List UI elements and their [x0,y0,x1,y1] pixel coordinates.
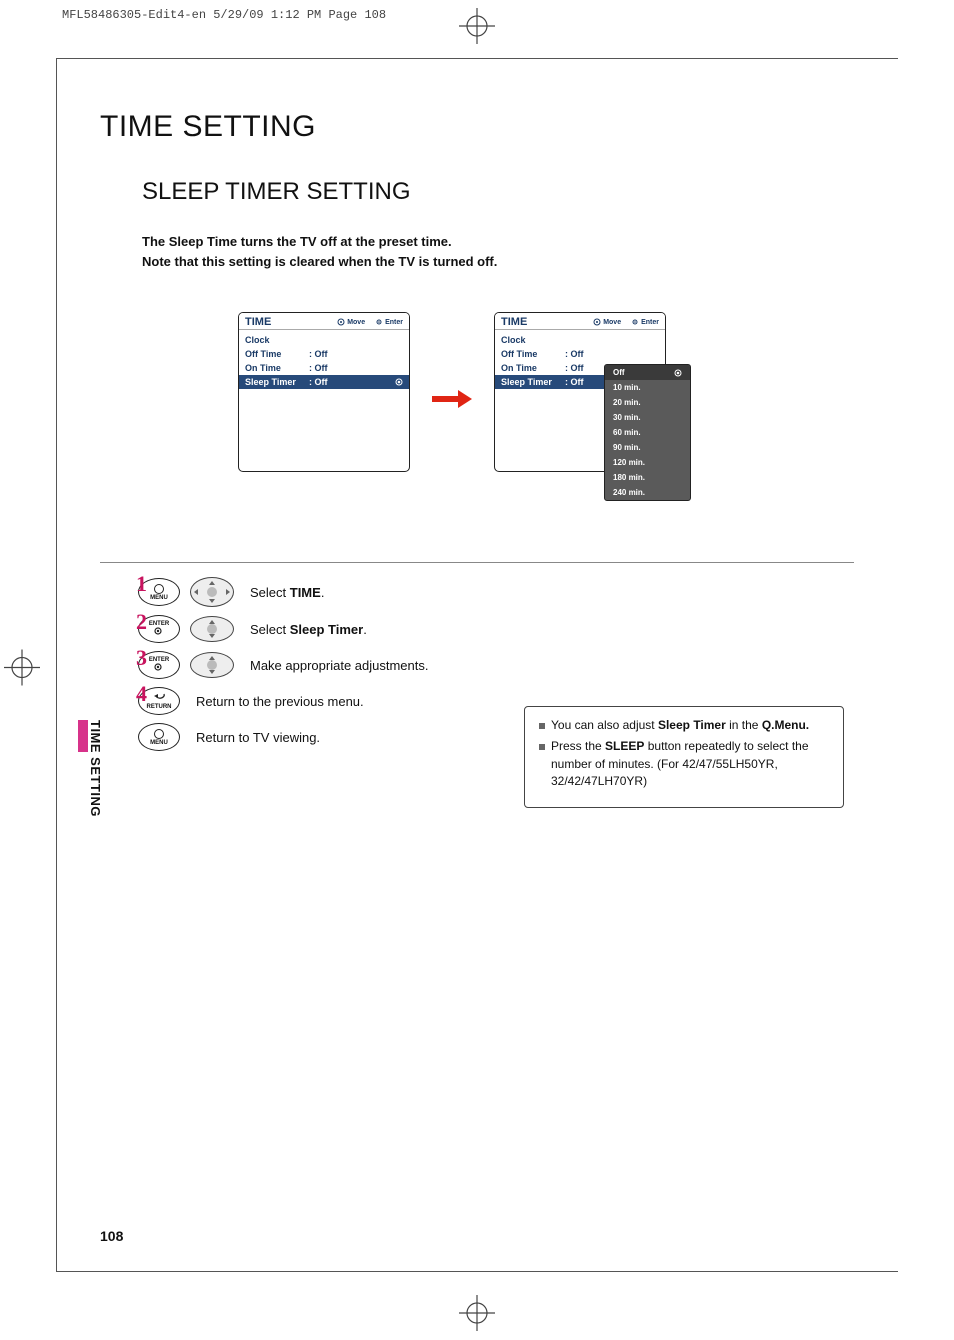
dropdown-option: 120 min. [605,455,690,470]
button-label: MENU [150,740,168,746]
remote-updown-icon [190,616,234,642]
enter-hint: Enter [631,318,659,326]
enter-dot-icon [375,318,383,326]
enter-hint: Enter [375,318,403,326]
step-text: Return to the previous menu. [196,694,364,709]
menu-row-clock: Clock [239,333,409,347]
dpad-icon [593,318,601,326]
dropdown-option: 90 min. [605,440,690,455]
return-arrow-icon [154,693,164,703]
enter-dot-icon [154,663,164,673]
step-1: 1 MENU Select TIME. [138,577,854,607]
section-tab-marker [78,720,88,752]
enter-dot-icon [631,318,639,326]
dropdown-option: 60 min. [605,425,690,440]
menu-row-sleep-timer: Sleep Timer : Off [239,375,409,389]
registration-mark-icon [4,650,40,691]
arrow-right-icon [432,390,472,413]
remote-menu-button: MENU [138,723,180,751]
step-text: Select TIME. [250,585,324,600]
bullet-icon [539,744,545,750]
remote-dpad-icon [190,577,234,607]
button-label: MENU [150,595,168,601]
circle-icon [154,584,164,594]
dropdown-option: 240 min. [605,485,690,500]
sleep-timer-options-dropdown: Off 10 min. 20 min. 30 min. 60 min. 90 m… [604,364,691,501]
step-number: 4 [136,681,147,707]
divider [100,562,854,563]
button-label: RETURN [147,704,172,710]
selection-indicator-icon [395,378,403,386]
step-number: 3 [136,645,147,671]
page-title: TIME SETTING [100,110,854,144]
dpad-icon [337,318,345,326]
step-number: 1 [136,571,147,597]
step-3: 3 ENTER Make appropriate adjustments. [138,651,854,679]
step-text: Select Sleep Timer. [250,622,367,637]
move-hint: Move [337,318,365,326]
enter-dot-icon [154,627,164,637]
panel-title: TIME [245,316,337,328]
dropdown-option: 30 min. [605,410,690,425]
bullet-icon [539,723,545,729]
crop-line [56,58,898,59]
menu-row-off-time: Off Time : Off [495,347,665,361]
dropdown-option: 10 min. [605,380,690,395]
dropdown-option-off: Off [605,365,690,380]
crop-line [56,58,57,1272]
registration-mark-icon [459,8,495,49]
step-number: 2 [136,609,147,635]
note-item: You can also adjust Sleep Timer in the Q… [539,717,829,734]
menu-row-clock: Clock [495,333,665,347]
intro-line: Note that this setting is cleared when t… [142,252,854,272]
registration-mark-icon [459,1295,495,1336]
step-2: 2 ENTER Select Sleep Timer. [138,615,854,643]
note-item: Press the SLEEP button repeatedly to sel… [539,738,829,790]
dropdown-option: 180 min. [605,470,690,485]
note-box: You can also adjust Sleep Timer in the Q… [524,706,844,808]
step-text: Make appropriate adjustments. [250,658,428,673]
dropdown-option: 20 min. [605,395,690,410]
print-meta-line: MFL58486305-Edit4-en 5/29/09 1:12 PM Pag… [62,8,386,22]
intro-line: The Sleep Time turns the TV off at the p… [142,232,854,252]
circle-icon [154,729,164,739]
panel-title: TIME [501,316,593,328]
step-text: Return to TV viewing. [196,730,320,745]
remote-updown-icon [190,652,234,678]
time-menu-panel-before: TIME Move Enter [238,312,410,472]
intro-text: The Sleep Time turns the TV off at the p… [142,232,854,272]
menu-row-on-time: On Time : Off [239,361,409,375]
selection-indicator-icon [674,369,682,377]
crop-line [56,1271,898,1272]
move-hint: Move [593,318,621,326]
page-number: 108 [100,1228,123,1244]
section-title: SLEEP TIMER SETTING [142,178,854,206]
menu-row-off-time: Off Time : Off [239,347,409,361]
